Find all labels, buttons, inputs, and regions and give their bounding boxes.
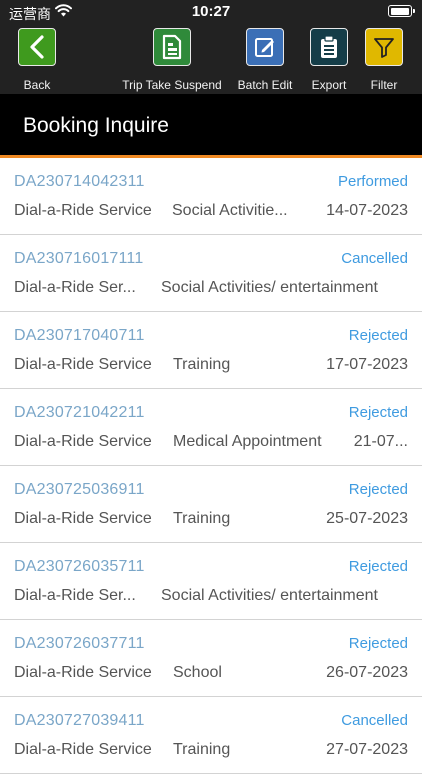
booking-status: Cancelled xyxy=(341,712,408,729)
booking-row[interactable]: DA230721042211 Rejected Dial-a-Ride Serv… xyxy=(0,389,422,466)
booking-date: 25-07-2023 xyxy=(326,510,408,527)
booking-status: Rejected xyxy=(348,558,408,575)
booking-status: Rejected xyxy=(348,481,408,498)
booking-service: Dial-a-Ride Ser... xyxy=(14,279,136,296)
back-label: Back xyxy=(23,78,51,92)
booking-status: Cancelled xyxy=(341,250,408,267)
booking-service: Dial-a-Ride Service xyxy=(14,741,152,758)
booking-purpose: Social Activities/ entertainment xyxy=(161,587,378,604)
booking-purpose: Training xyxy=(173,356,231,373)
booking-id: DA230716017111 xyxy=(14,250,144,267)
booking-id: DA230717040711 xyxy=(14,327,145,344)
booking-service: Dial-a-Ride Service xyxy=(14,356,152,373)
booking-date: 14-07-2023 xyxy=(326,202,408,219)
booking-id: DA230727039411 xyxy=(14,712,145,729)
trip-take-suspend-label: Trip Take Suspend xyxy=(122,78,222,92)
booking-row[interactable]: DA230726037711 Rejected Dial-a-Ride Serv… xyxy=(0,620,422,697)
trip-take-suspend-button[interactable]: Trip Take Suspend xyxy=(122,28,222,92)
booking-service: Dial-a-Ride Service xyxy=(14,510,152,527)
export-button[interactable]: Export xyxy=(308,28,350,92)
booking-purpose: School xyxy=(173,664,222,681)
booking-id: DA230714042311 xyxy=(14,173,145,190)
battery-icon xyxy=(388,5,415,17)
booking-date: 26-07-2023 xyxy=(326,664,408,681)
booking-id: DA230725036911 xyxy=(14,481,145,498)
booking-status: Rejected xyxy=(348,327,408,344)
filter-label: Filter xyxy=(370,78,398,92)
booking-date: 17-07-2023 xyxy=(326,356,408,373)
booking-purpose: Training xyxy=(173,510,231,527)
booking-date: 21-07... xyxy=(353,433,408,450)
batch-edit-button[interactable]: Batch Edit xyxy=(234,28,296,92)
booking-row[interactable]: DA230716017111 Cancelled Dial-a-Ride Ser… xyxy=(0,235,422,312)
export-label: Export xyxy=(311,78,347,92)
page-title: Booking Inquire xyxy=(23,114,169,137)
booking-row[interactable]: DA230714042311 Performed Dial-a-Ride Ser… xyxy=(0,158,422,235)
clipboard-icon xyxy=(310,28,348,66)
batch-edit-label: Batch Edit xyxy=(237,78,293,92)
booking-id: DA230726037711 xyxy=(14,635,145,652)
booking-purpose: Social Activities/ entertainment xyxy=(161,279,378,296)
filter-icon xyxy=(365,28,403,66)
booking-service: Dial-a-Ride Service xyxy=(14,202,152,219)
clock: 10:27 xyxy=(191,3,231,20)
booking-row[interactable]: DA230717040711 Rejected Dial-a-Ride Serv… xyxy=(0,312,422,389)
booking-row[interactable]: DA230727039411 Cancelled Dial-a-Ride Ser… xyxy=(0,697,422,774)
document-icon xyxy=(153,28,191,66)
booking-row[interactable]: DA230725036911 Rejected Dial-a-Ride Serv… xyxy=(0,466,422,543)
booking-list: DA230714042311 Performed Dial-a-Ride Ser… xyxy=(0,158,422,774)
back-icon xyxy=(18,28,56,66)
booking-service: Dial-a-Ride Service xyxy=(14,433,152,450)
booking-status: Rejected xyxy=(348,404,408,421)
booking-status: Rejected xyxy=(348,635,408,652)
booking-purpose: Training xyxy=(173,741,231,758)
booking-service: Dial-a-Ride Service xyxy=(14,664,152,681)
toolbar: Back Trip Take Suspend Batch Edit Export… xyxy=(0,24,422,94)
back-button[interactable]: Back xyxy=(17,28,57,92)
title-bar: Booking Inquire xyxy=(0,94,422,156)
booking-purpose: Social Activitie... xyxy=(172,202,288,219)
booking-status: Performed xyxy=(337,173,408,190)
booking-id: DA230721042211 xyxy=(14,404,145,421)
booking-purpose: Medical Appointment xyxy=(173,433,322,450)
booking-row[interactable]: DA230726035711 Rejected Dial-a-Ride Ser.… xyxy=(0,543,422,620)
filter-button[interactable]: Filter xyxy=(364,28,404,92)
status-bar: 运营商 10:27 xyxy=(0,0,422,24)
booking-service: Dial-a-Ride Ser... xyxy=(14,587,136,604)
booking-date: 27-07-2023 xyxy=(326,741,408,758)
booking-id: DA230726035711 xyxy=(14,558,145,575)
edit-icon xyxy=(246,28,284,66)
